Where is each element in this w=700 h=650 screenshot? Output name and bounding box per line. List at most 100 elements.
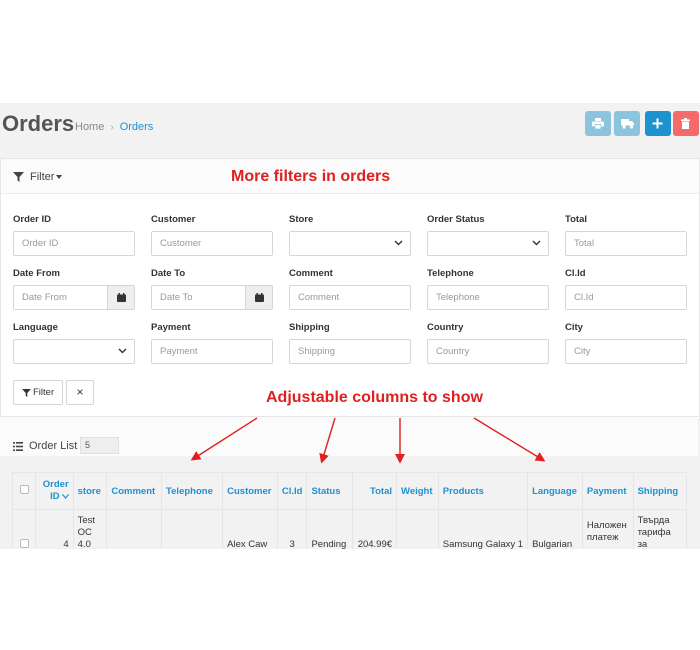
- cell-status: Pending: [306, 509, 354, 549]
- cell-telephone: [161, 509, 224, 549]
- select-all-checkbox[interactable]: [19, 485, 29, 494]
- arrow-to-language-column: [473, 417, 546, 462]
- breadcrumb-separator-icon: ›: [110, 122, 114, 133]
- language-label: Language: [13, 322, 58, 333]
- column-header-total[interactable]: Total: [352, 472, 398, 510]
- comment-label: Comment: [289, 268, 333, 279]
- payment-input[interactable]: Payment: [151, 339, 273, 364]
- app-screen: Orders Home › Orders Filter More filters…: [0, 103, 700, 549]
- country-label: Country: [427, 322, 464, 333]
- sort-caret-down-icon: [61, 494, 69, 499]
- table-header-row: Order ID store Comment Telephone Custome…: [11, 472, 688, 510]
- column-header-payment[interactable]: Payment: [581, 472, 634, 510]
- payment-label: Payment: [151, 322, 191, 333]
- date-from-calendar-button[interactable]: [107, 286, 134, 309]
- column-header-shipping[interactable]: Shipping: [632, 472, 688, 510]
- store-select[interactable]: [289, 231, 411, 256]
- total-label: Total: [565, 214, 587, 225]
- chevron-down-icon: [532, 240, 541, 246]
- arrow-to-status-column: [319, 417, 336, 464]
- cell-shipping: Твърда тарифа за доставка: [632, 509, 688, 549]
- date-to-label: Date To: [151, 268, 186, 279]
- funnel-icon: [22, 389, 31, 397]
- chevron-down-icon: [394, 240, 403, 246]
- cell-weight: [396, 509, 439, 549]
- breadcrumb-home-link[interactable]: Home: [75, 121, 104, 133]
- funnel-icon: [13, 172, 24, 182]
- column-header-telephone[interactable]: Telephone: [161, 472, 224, 510]
- select-all-cell: [11, 472, 37, 510]
- plus-icon: [652, 118, 663, 129]
- column-header-products[interactable]: Products: [437, 472, 529, 510]
- total-input[interactable]: Total: [565, 231, 687, 256]
- orders-table: Order ID store Comment Telephone Custome…: [11, 472, 688, 549]
- page-header: Orders Home › Orders: [0, 103, 700, 147]
- column-header-comment[interactable]: Comment: [106, 472, 163, 510]
- country-input[interactable]: Country: [427, 339, 549, 364]
- print-icon: [592, 118, 604, 129]
- cell-language: Bulgarian: [527, 509, 583, 549]
- filter-button-label: Filter: [33, 387, 55, 398]
- cell-order-id: 4: [35, 509, 74, 549]
- filter-toggle-label: Filter: [30, 171, 55, 183]
- cl-id-input[interactable]: Cl.Id: [565, 285, 687, 310]
- print-invoice-button[interactable]: [585, 111, 611, 136]
- language-select[interactable]: [13, 339, 135, 364]
- order-id-input[interactable]: Order ID: [13, 231, 135, 256]
- row-checkbox[interactable]: [19, 538, 29, 548]
- date-from-placeholder: Date From: [22, 292, 67, 303]
- date-from-input[interactable]: Date From: [13, 285, 135, 310]
- cell-payment: Наложен платеж: [581, 509, 634, 549]
- columns-annotation: Adjustable columns to show: [266, 389, 483, 406]
- filter-button[interactable]: Filter: [13, 380, 63, 405]
- page-title: Orders: [2, 111, 75, 136]
- comment-input[interactable]: Comment: [289, 285, 411, 310]
- column-header-cl-id[interactable]: Cl.Id: [276, 472, 308, 510]
- store-label: Store: [289, 214, 314, 225]
- column-header-weight[interactable]: Weight: [396, 472, 439, 510]
- filter-panel-heading: Filter More filters in orders: [1, 159, 699, 194]
- cl-id-label: Cl.Id: [565, 268, 586, 279]
- column-header-language[interactable]: Language: [527, 472, 583, 510]
- chevron-down-icon: [118, 348, 127, 354]
- order-status-label: Order Status: [427, 214, 485, 225]
- column-header-order-id[interactable]: Order ID: [35, 472, 74, 510]
- customer-label: Customer: [151, 214, 196, 225]
- cell-store: Test OC 4.0: [72, 509, 108, 549]
- calendar-icon: [255, 293, 264, 302]
- order-status-select[interactable]: [427, 231, 549, 256]
- table-row[interactable]: 4 Test OC 4.0 Alex Caw 3 Pending 204.99€…: [11, 509, 688, 549]
- telephone-input[interactable]: Telephone: [427, 285, 549, 310]
- shipping-label: Shipping: [289, 322, 330, 333]
- column-header-status[interactable]: Status: [306, 472, 354, 510]
- trash-icon: [681, 118, 690, 129]
- date-to-placeholder: Date To: [160, 292, 193, 303]
- row-select-cell: [11, 509, 37, 549]
- telephone-label: Telephone: [427, 268, 474, 279]
- caret-down-icon: [56, 175, 62, 179]
- cell-cl-id: 3: [276, 509, 308, 549]
- delete-order-button[interactable]: [673, 111, 699, 136]
- truck-icon: [621, 119, 634, 129]
- arrow-to-telephone-column: [190, 417, 258, 461]
- cell-products: Samsung Galaxy 1: [437, 509, 529, 549]
- filter-annotation: More filters in orders: [231, 168, 391, 185]
- cell-comment: [106, 509, 163, 549]
- customer-input[interactable]: Customer: [151, 231, 273, 256]
- cell-customer: Alex Caw: [222, 509, 278, 549]
- breadcrumb-orders-link[interactable]: Orders: [120, 121, 154, 133]
- breadcrumb: Home › Orders: [75, 121, 153, 133]
- city-input[interactable]: City: [565, 339, 687, 364]
- calendar-icon: [117, 293, 126, 302]
- date-from-label: Date From: [13, 268, 60, 279]
- shipping-input[interactable]: Shipping: [289, 339, 411, 364]
- add-order-button[interactable]: [645, 111, 671, 136]
- print-shipping-button[interactable]: [614, 111, 640, 136]
- column-header-store[interactable]: store: [72, 472, 108, 510]
- date-to-input[interactable]: Date To: [151, 285, 273, 310]
- order-id-label: Order ID: [13, 214, 52, 225]
- date-to-calendar-button[interactable]: [245, 286, 272, 309]
- clear-filter-button[interactable]: ×: [66, 380, 94, 405]
- column-header-customer[interactable]: Customer: [222, 472, 278, 510]
- cell-total: 204.99€: [352, 509, 398, 549]
